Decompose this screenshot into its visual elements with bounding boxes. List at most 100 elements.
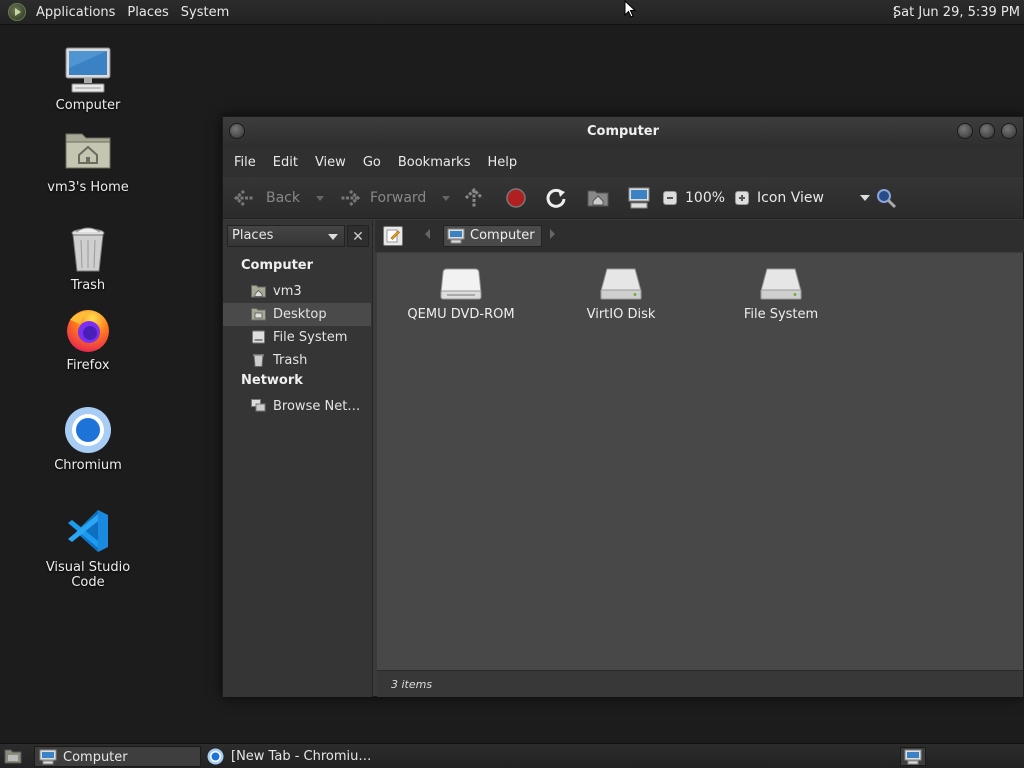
- desktop-icon-firefox[interactable]: Firefox: [28, 306, 148, 373]
- sidebar-item-file-system[interactable]: File System: [223, 326, 371, 349]
- window-menu-button[interactable]: [229, 123, 245, 139]
- desktop-icon-label: Trash: [70, 278, 106, 293]
- show-desktop-icon: [4, 749, 22, 764]
- toolbar: Back Forward 100% Icon View: [223, 177, 1023, 219]
- status-text: 3 items: [391, 678, 433, 691]
- up-button[interactable]: [463, 187, 485, 209]
- menubar: File Edit View Go Bookmarks Help: [223, 147, 1023, 177]
- computer-icon: [447, 228, 465, 244]
- chromium-icon: [207, 748, 224, 765]
- file-item-file-system[interactable]: File System: [711, 267, 851, 322]
- reload-button[interactable]: [545, 187, 567, 209]
- desktop-icon-chromium[interactable]: Chromium: [28, 406, 148, 473]
- places-menu[interactable]: Places: [121, 0, 174, 25]
- desktop-icon-label: Firefox: [66, 358, 110, 373]
- forward-button[interactable]: Forward: [337, 187, 451, 209]
- menu-file[interactable]: File: [228, 155, 262, 170]
- top-panel: Applications Places System Sat Jun 29, 5…: [0, 0, 1024, 25]
- back-history-arrow-icon[interactable]: [316, 195, 324, 201]
- zoom-level[interactable]: 100%: [685, 190, 725, 206]
- firefox-icon: [64, 306, 112, 354]
- sidebar-item-label: Desktop: [273, 307, 327, 322]
- home-button[interactable]: [587, 187, 609, 209]
- back-label: Back: [266, 190, 300, 206]
- maximize-button[interactable]: [979, 123, 995, 139]
- sidebar-item-browse-network[interactable]: Browse Net…: [223, 395, 371, 418]
- computer-button[interactable]: [627, 187, 651, 209]
- trash-icon: [253, 354, 264, 367]
- path-scroll-right-icon[interactable]: [550, 229, 555, 239]
- desktop-icon-label: vm3's Home: [47, 180, 129, 195]
- path-scroll-left-icon[interactable]: [425, 229, 430, 239]
- taskbar-item-chromium[interactable]: [New Tab - Chromiu…: [203, 746, 383, 767]
- sidebar-item-label: File System: [273, 330, 348, 345]
- menu-view[interactable]: View: [309, 155, 352, 170]
- chevron-down-icon: [328, 234, 338, 240]
- icon-view: QEMU DVD-ROM VirtIO Disk File System: [377, 253, 1023, 670]
- computer-icon: [904, 749, 922, 765]
- menu-edit[interactable]: Edit: [267, 155, 304, 170]
- menu-go[interactable]: Go: [357, 155, 387, 170]
- show-desktop-button[interactable]: [4, 748, 22, 764]
- desktop-icon-vscode[interactable]: Visual Studio Code: [28, 508, 148, 590]
- desktop-icon-label: Computer: [55, 98, 121, 113]
- bottom-panel: Computer [New Tab - Chromiu…: [0, 743, 1024, 768]
- home-folder-icon: [64, 128, 112, 176]
- desktop-icon-trash[interactable]: Trash: [28, 226, 148, 293]
- toggle-location-button[interactable]: [383, 226, 403, 246]
- path-segment-computer[interactable]: Computer: [443, 225, 542, 247]
- sidebar-section-network: Network: [241, 373, 303, 388]
- sidebar-item-label: Browse Net…: [273, 399, 361, 414]
- taskbar-item-computer[interactable]: Computer: [34, 746, 201, 767]
- sidebar-selector[interactable]: Places: [227, 225, 345, 247]
- back-button[interactable]: Back: [233, 187, 324, 209]
- search-button[interactable]: [875, 187, 897, 209]
- stop-icon: [506, 188, 526, 208]
- file-item-label: File System: [743, 307, 819, 322]
- sidebar-section-computer: Computer: [241, 258, 314, 273]
- close-icon: ✕: [352, 229, 364, 245]
- sidebar-item-vm3[interactable]: vm3: [223, 280, 371, 303]
- menu-bookmarks[interactable]: Bookmarks: [392, 155, 477, 170]
- desktop-icon-computer[interactable]: Computer: [28, 46, 148, 113]
- desktop-icon-label: Visual Studio Code: [45, 560, 131, 590]
- window-titlebar[interactable]: Computer: [223, 117, 1023, 147]
- sidebar-selector-label: Places: [232, 228, 274, 243]
- file-item-label: QEMU DVD-ROM: [407, 307, 515, 322]
- file-item-label: VirtIO Disk: [586, 307, 656, 322]
- stop-button[interactable]: [505, 187, 527, 209]
- workspace-switcher[interactable]: [900, 747, 926, 766]
- view-mode-label: Icon View: [757, 190, 824, 206]
- applications-menu[interactable]: Applications: [30, 0, 121, 25]
- zoom-in-icon[interactable]: [735, 191, 750, 205]
- close-button[interactable]: [1001, 123, 1017, 139]
- file-manager-window: Computer File Edit View Go Bookmarks Hel…: [222, 116, 1024, 697]
- back-arrow-icon: [233, 189, 254, 207]
- desktop-icon-home[interactable]: vm3's Home: [28, 128, 148, 195]
- network-icon: [251, 399, 266, 412]
- sidebar-close-button[interactable]: ✕: [347, 225, 369, 247]
- forward-history-arrow-icon[interactable]: [442, 195, 451, 201]
- trash-icon: [64, 226, 112, 274]
- file-item-virtio-disk[interactable]: VirtIO Disk: [551, 267, 691, 322]
- location-bar: Computer: [375, 220, 1024, 252]
- sidebar-item-trash[interactable]: Trash: [223, 349, 371, 372]
- sidebar-item-label: Trash: [273, 353, 308, 368]
- minimize-button[interactable]: [957, 123, 973, 139]
- search-icon: [877, 189, 897, 209]
- system-menu[interactable]: System: [175, 0, 235, 25]
- file-item-dvd-rom[interactable]: QEMU DVD-ROM: [391, 267, 531, 322]
- forward-label: Forward: [370, 190, 427, 206]
- menu-help[interactable]: Help: [481, 155, 523, 170]
- sidebar-item-desktop[interactable]: Desktop: [223, 303, 371, 326]
- view-mode-select[interactable]: Icon View: [757, 187, 870, 209]
- hard-disk-icon: [599, 267, 643, 301]
- clock[interactable]: Sat Jun 29, 5:39 PM: [893, 0, 1020, 25]
- drive-icon: [252, 330, 265, 344]
- zoom-out-icon[interactable]: [663, 191, 677, 205]
- computer-icon: [39, 749, 57, 765]
- computer-icon: [64, 46, 112, 94]
- top-menu: Applications Places System: [0, 0, 235, 24]
- computer-icon: [628, 187, 650, 209]
- distro-logo-icon[interactable]: [8, 3, 26, 21]
